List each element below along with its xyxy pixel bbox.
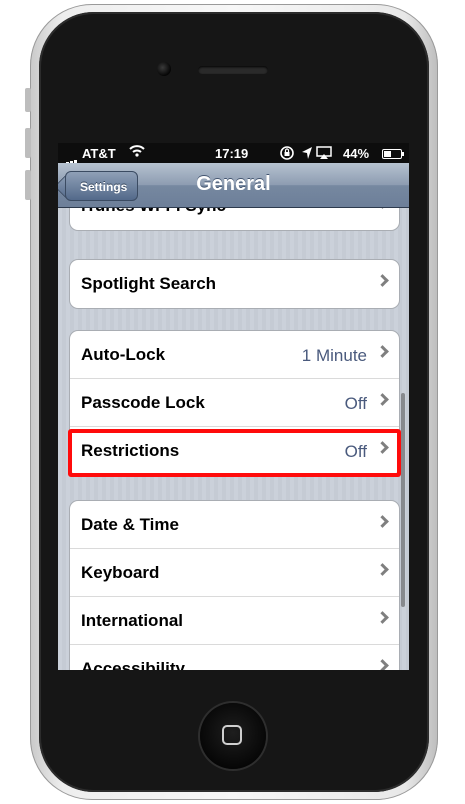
row-label: Keyboard bbox=[81, 563, 160, 582]
rotation-lock-icon bbox=[279, 145, 295, 164]
volume-up-button bbox=[25, 128, 31, 158]
chevron-right-icon bbox=[376, 515, 389, 528]
chevron-right-icon bbox=[376, 659, 389, 670]
settings-row-date-time[interactable]: Date & Time bbox=[70, 501, 399, 549]
settings-back-button-overlay[interactable]: Settings bbox=[65, 171, 139, 201]
settings-row-spotlight-search[interactable]: Spotlight Search bbox=[70, 260, 399, 308]
status-bar: AT&T 17:19 44% bbox=[58, 143, 409, 166]
row-label: Accessibility bbox=[81, 659, 185, 670]
settings-row-auto-lock[interactable]: Auto-Lock 1 Minute bbox=[70, 331, 399, 379]
front-camera bbox=[157, 62, 171, 76]
row-label: International bbox=[81, 611, 184, 630]
row-label: Auto-Lock bbox=[81, 345, 166, 364]
wifi-icon bbox=[128, 144, 146, 161]
settings-row-accessibility[interactable]: Accessibility bbox=[70, 645, 399, 670]
settings-group-locale: Date & Time Keyboard International Acces… bbox=[69, 500, 400, 670]
chevron-right-icon bbox=[376, 345, 389, 358]
settings-group-spotlight: Spotlight Search bbox=[69, 259, 400, 309]
navigation-bar-overlay: General Settings bbox=[58, 163, 409, 208]
row-label: Spotlight Search bbox=[81, 274, 217, 293]
battery-icon bbox=[382, 149, 404, 159]
carrier-label: AT&T bbox=[82, 146, 116, 161]
location-arrow-icon bbox=[301, 146, 313, 163]
chevron-right-icon bbox=[376, 563, 389, 576]
row-value: Off bbox=[344, 394, 367, 413]
home-square-icon bbox=[222, 725, 242, 745]
home-button[interactable] bbox=[200, 703, 266, 769]
chevron-right-icon bbox=[376, 274, 389, 287]
airplay-icon bbox=[316, 146, 332, 163]
restrictions-highlight-box bbox=[68, 429, 401, 477]
screen: AT&T 17:19 44% General Settings Spotligh… bbox=[58, 143, 409, 670]
volume-down-button bbox=[25, 170, 31, 200]
battery-level-fill bbox=[384, 151, 391, 157]
battery-percentage: 44% bbox=[343, 146, 370, 161]
row-label: Passcode Lock bbox=[81, 393, 205, 412]
chevron-right-icon bbox=[376, 393, 389, 406]
earpiece-speaker bbox=[198, 66, 268, 74]
clock-time: 17:19 bbox=[215, 146, 249, 161]
row-value: 1 Minute bbox=[301, 346, 367, 365]
mute-switch bbox=[25, 88, 31, 112]
settings-row-passcode-lock[interactable]: Passcode Lock Off bbox=[70, 379, 399, 427]
scroll-indicator[interactable] bbox=[401, 393, 405, 607]
row-label: Date & Time bbox=[81, 515, 179, 534]
chevron-right-icon bbox=[376, 611, 389, 624]
settings-row-keyboard[interactable]: Keyboard bbox=[70, 549, 399, 597]
settings-row-international[interactable]: International bbox=[70, 597, 399, 645]
